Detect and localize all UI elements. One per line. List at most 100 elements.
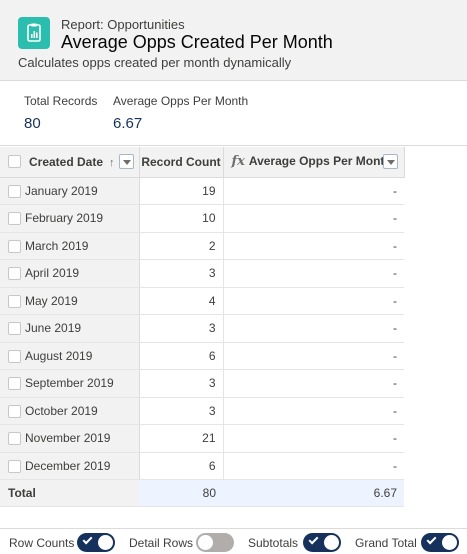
check-icon (82, 534, 93, 545)
row-record-count[interactable]: 3 (139, 259, 224, 288)
formula-icon: fx (231, 154, 245, 170)
avg-opps-label: Average Opps Per Month (113, 94, 249, 108)
total-records-label: Total Records (24, 94, 98, 108)
row-record-count[interactable]: 21 (139, 424, 224, 453)
row-checkbox[interactable] (8, 239, 21, 253)
row-avg-opps: - (223, 342, 404, 370)
table-row: October 2019 3 - (0, 397, 404, 425)
row-date: December 2019 (0, 452, 140, 480)
report-icon (18, 17, 50, 49)
table-row: March 2019 2 - (0, 232, 404, 260)
column-header-record-count[interactable]: Record Count (139, 147, 224, 178)
column-menu-dropdown[interactable] (382, 154, 398, 169)
row-avg-opps: - (223, 452, 404, 480)
table-row: December 2019 6 - (0, 452, 404, 480)
row-avg-opps: - (223, 397, 404, 425)
row-record-count[interactable]: 3 (139, 397, 224, 425)
row-record-count[interactable]: 3 (139, 314, 224, 343)
subtotals-toggle[interactable] (303, 533, 341, 552)
table-row: June 2019 3 - (0, 314, 404, 343)
table-row: August 2019 6 - (0, 342, 404, 370)
row-avg-opps: - (223, 177, 404, 205)
detail-rows-toggle[interactable] (196, 533, 234, 552)
row-date-label: January 2019 (25, 183, 98, 198)
table-header-row: Created Date ↑ Record Count fx Average Opp… (0, 147, 405, 178)
toggle-knob (98, 535, 113, 550)
row-record-count[interactable]: 3 (139, 369, 224, 398)
row-date: March 2019 (0, 232, 140, 260)
table-row: September 2019 3 - (0, 369, 404, 398)
row-checkbox[interactable] (8, 184, 21, 198)
row-date-label: February 2019 (25, 211, 104, 226)
total-row: Total 80 6.67 (0, 479, 404, 507)
row-record-count[interactable]: 10 (139, 204, 224, 233)
page-title: Average Opps Created Per Month (61, 32, 333, 52)
row-date-label: June 2019 (25, 321, 82, 336)
row-record-count[interactable]: 19 (139, 177, 224, 205)
column-header-label: Created Date (29, 154, 104, 169)
row-record-count[interactable]: 2 (139, 232, 224, 260)
row-checkbox[interactable] (8, 377, 21, 390)
row-checkbox[interactable] (8, 267, 21, 280)
report-type-label: Report: Opportunities (61, 17, 185, 32)
table-row: February 2019 10 - (0, 204, 404, 233)
column-menu-dropdown[interactable] (118, 154, 134, 169)
table-row: January 2019 19 - (0, 177, 404, 205)
column-header-avg-opps[interactable]: fx Average Opps Per Month (223, 147, 405, 178)
row-checkbox[interactable] (8, 349, 21, 363)
toggle-knob (324, 535, 339, 550)
report-footer: Row Counts Detail Rows Subtotals Grand T… (0, 528, 467, 554)
row-counts-label: Row Counts (9, 536, 75, 550)
row-record-count[interactable]: 6 (139, 452, 224, 480)
row-avg-opps: - (223, 232, 404, 260)
summary-divider (0, 145, 467, 146)
row-checkbox[interactable] (8, 322, 21, 335)
row-date: April 2019 (0, 259, 140, 288)
row-date-label: April 2019 (25, 266, 80, 281)
select-all-checkbox[interactable] (8, 155, 21, 168)
row-avg-opps: - (223, 314, 404, 343)
row-checkbox[interactable] (8, 459, 21, 473)
sort-ascending-icon[interactable]: ↑ (109, 157, 115, 169)
row-date: May 2019 (0, 287, 140, 315)
row-date-label: September 2019 (25, 376, 114, 391)
row-checkbox[interactable] (8, 404, 21, 418)
total-records-value: 80 (24, 115, 41, 132)
report-description: Calculates opps created per month dynami… (18, 55, 292, 70)
toggle-knob (198, 535, 213, 550)
check-icon (308, 534, 319, 545)
total-avg-opps: 6.67 (223, 479, 404, 507)
row-date-label: March 2019 (25, 238, 89, 253)
check-icon (426, 534, 437, 545)
column-header-created-date[interactable]: Created Date ↑ (0, 147, 140, 178)
row-date-label: November 2019 (25, 431, 111, 446)
row-record-count[interactable]: 4 (139, 287, 224, 315)
row-checkbox[interactable] (8, 212, 21, 225)
row-date-label: December 2019 (25, 458, 111, 473)
row-avg-opps: - (223, 287, 404, 315)
table-row: November 2019 21 - (0, 424, 404, 453)
subtotals-label: Subtotals (248, 536, 299, 550)
grand-total-label: Grand Total (355, 536, 417, 550)
row-avg-opps: - (223, 424, 404, 453)
table-row: April 2019 3 - (0, 259, 404, 288)
total-record-count: 80 (139, 479, 223, 507)
row-date-label: August 2019 (25, 348, 93, 363)
row-date-label: May 2019 (25, 293, 78, 308)
row-date: September 2019 (0, 369, 140, 398)
row-checkbox[interactable] (8, 294, 21, 308)
row-counts-toggle[interactable] (77, 533, 115, 552)
grand-total-toggle[interactable] (421, 533, 459, 552)
avg-opps-value: 6.67 (113, 115, 143, 132)
toggle-knob (442, 535, 457, 550)
row-date: November 2019 (0, 424, 140, 453)
total-label: Total (0, 479, 139, 507)
row-checkbox[interactable] (8, 432, 21, 445)
row-avg-opps: - (223, 259, 404, 288)
report-header: Report: Opportunities Average Opps Creat… (0, 0, 467, 81)
detail-rows-label: Detail Rows (129, 536, 194, 550)
row-record-count[interactable]: 6 (139, 342, 224, 370)
column-header-label: Average Opps Per Month (248, 154, 392, 169)
summary-panel: Total Records 80 Average Opps Per Month … (0, 82, 467, 146)
row-date: August 2019 (0, 342, 140, 370)
